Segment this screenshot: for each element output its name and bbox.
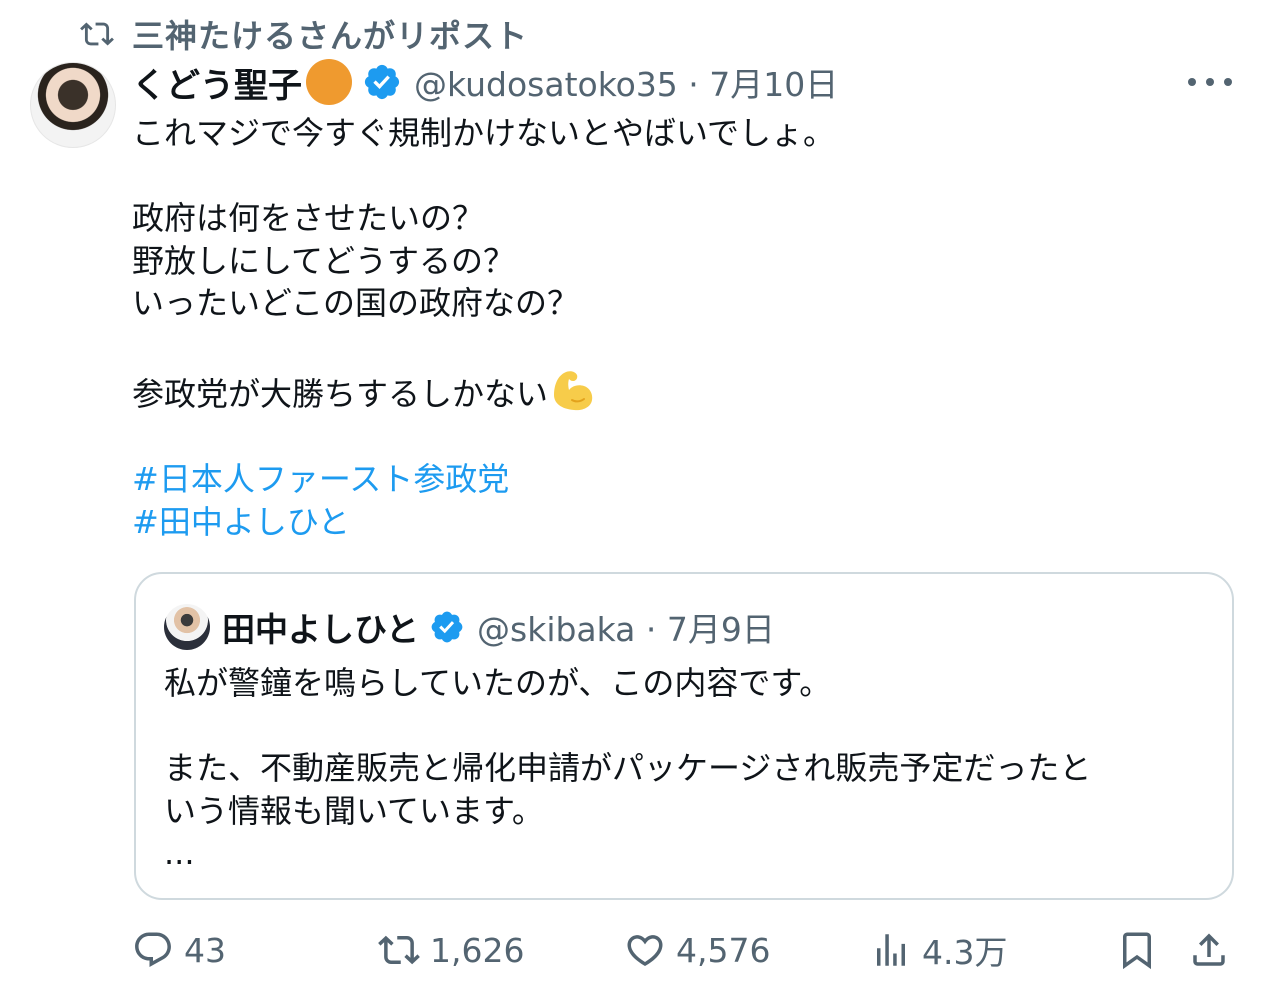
like-button[interactable]: 4,576 — [624, 926, 770, 974]
handle-and-date[interactable]: @kudosatoko35 · 7月10日 — [414, 58, 838, 106]
post-line: 政府は何をさせたいの？ — [132, 199, 485, 237]
repost-count: 1,626 — [430, 930, 525, 970]
bookmark-icon — [1123, 932, 1151, 970]
quoted-post[interactable]: 田中よしひと @skibaka · 7月9日 私が警鐘を鳴らしていたのが、この内… — [134, 572, 1234, 900]
more-dot — [1206, 78, 1214, 86]
post-line: 野放しにしてどうするの？ — [132, 241, 516, 280]
repost-button[interactable]: 1,626 — [378, 926, 524, 974]
repost-indicator[interactable]: 三神たけるさんがリポスト — [80, 14, 529, 55]
views-button[interactable]: 4.3万 — [870, 926, 1007, 974]
action-bar: 43 1,626 4,576 4.3万 — [0, 922, 1270, 978]
hashtag-link[interactable]: #田中よしひと — [132, 501, 1212, 544]
author-avatar[interactable] — [30, 62, 116, 148]
quoted-post-header: 田中よしひと @skibaka · 7月9日 — [164, 602, 775, 652]
views-count: 4.3万 — [922, 933, 1008, 972]
more-dot — [1224, 78, 1232, 86]
share-button[interactable] — [1188, 926, 1240, 974]
share-icon — [1193, 933, 1225, 966]
author-name[interactable]: くどう聖子 — [132, 58, 302, 107]
post-line-with-emoji: 参政党が大勝ちするしかない — [132, 367, 1212, 416]
post-line — [132, 325, 1212, 368]
post-header: くどう聖子 @kudosatoko35 · 7月10日 — [132, 58, 838, 106]
flexed-biceps-icon — [550, 367, 596, 413]
quoted-line: また、不動産販売と帰化申請がパッケージされ販売予定だったと — [164, 749, 1092, 787]
quoted-line — [164, 705, 1214, 748]
reply-icon — [135, 932, 171, 967]
repost-text: 三神たけるさんがリポスト — [132, 17, 529, 55]
verified-icon[interactable] — [362, 62, 402, 102]
bookmark-button[interactable] — [1116, 926, 1168, 974]
quoted-author-name: 田中よしひと — [222, 610, 420, 649]
like-icon — [627, 935, 663, 967]
more-icon[interactable] — [1188, 70, 1232, 94]
views-icon — [877, 934, 905, 966]
verified-icon — [429, 609, 465, 645]
post-line: いったいどこの国の政府なの？ — [132, 284, 580, 322]
orange-circle-icon — [306, 59, 352, 105]
more-dot — [1188, 78, 1196, 86]
quoted-line: いう情報も聞いています。 — [164, 791, 544, 830]
reply-button[interactable]: 43 — [132, 926, 226, 974]
quoted-author-avatar — [164, 604, 210, 650]
quoted-post-body: 私が警鐘を鳴らしていたのが、この内容です。 また、不動産販売と帰化申請がパッケー… — [164, 662, 1214, 875]
post-line: これマジで今すぐ規制かけないとやばいでしょ。 — [132, 114, 836, 152]
quoted-handle-and-date: @skibaka · 7月9日 — [477, 610, 775, 649]
like-count: 4,576 — [676, 930, 771, 970]
reply-count: 43 — [184, 930, 226, 970]
quoted-line: 私が警鐘を鳴らしていたのが、この内容です。 — [164, 664, 832, 702]
hashtag-link[interactable]: #日本人ファースト参政党 — [132, 458, 1212, 501]
post-line — [132, 416, 1212, 459]
quoted-line: ... — [164, 834, 195, 872]
repost-icon — [80, 17, 114, 51]
post-body: これマジで今すぐ規制かけないとやばいでしょ。 政府は何をさせたいの？ 野放しにし… — [132, 112, 1212, 543]
repost-icon — [378, 935, 420, 965]
post-line — [132, 155, 1212, 198]
post-line: 参政党が大勝ちするしかない — [132, 375, 549, 413]
